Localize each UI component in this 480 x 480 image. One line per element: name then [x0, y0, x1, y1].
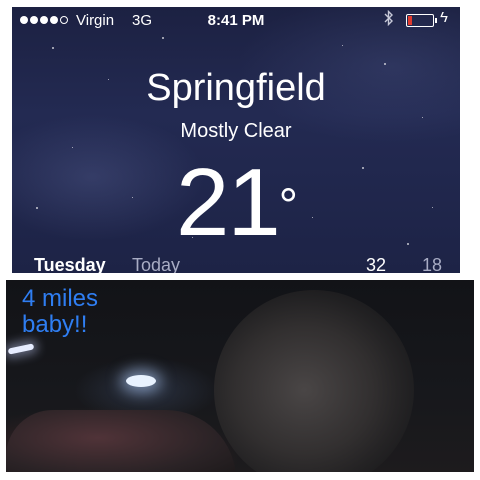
- street-light: [126, 375, 156, 387]
- person-face: [214, 290, 414, 472]
- shirt-shape: [6, 410, 236, 472]
- degree-symbol: °: [278, 180, 298, 233]
- bluetooth-icon: [384, 9, 394, 31]
- current-temperature: 21°: [176, 149, 298, 256]
- city-name: Springfield: [146, 67, 326, 109]
- battery-low-icon: [406, 14, 437, 27]
- caption-line-1: 4 miles: [22, 285, 99, 312]
- weather-condition: Mostly Clear: [180, 120, 292, 142]
- weather-screenshot: Virgin 3G 8:41 PM ϟ Springfield Mostly C…: [12, 7, 460, 273]
- status-bar: Virgin 3G 8:41 PM ϟ: [12, 7, 460, 35]
- low-temperature: 18: [422, 255, 443, 273]
- caption-line-2: baby!!: [22, 311, 88, 338]
- day-name: Tuesday: [34, 255, 106, 273]
- charging-bolt-icon: ϟ: [440, 9, 448, 26]
- forecast-day-row[interactable]: Tuesday Today 32 18: [12, 255, 460, 273]
- distant-light: [7, 343, 35, 355]
- night-photo: 4 miles baby!!: [6, 280, 474, 472]
- high-temperature: 32: [366, 255, 387, 273]
- today-label: Today: [132, 255, 181, 273]
- photo-caption: 4 miles baby!!: [22, 286, 98, 338]
